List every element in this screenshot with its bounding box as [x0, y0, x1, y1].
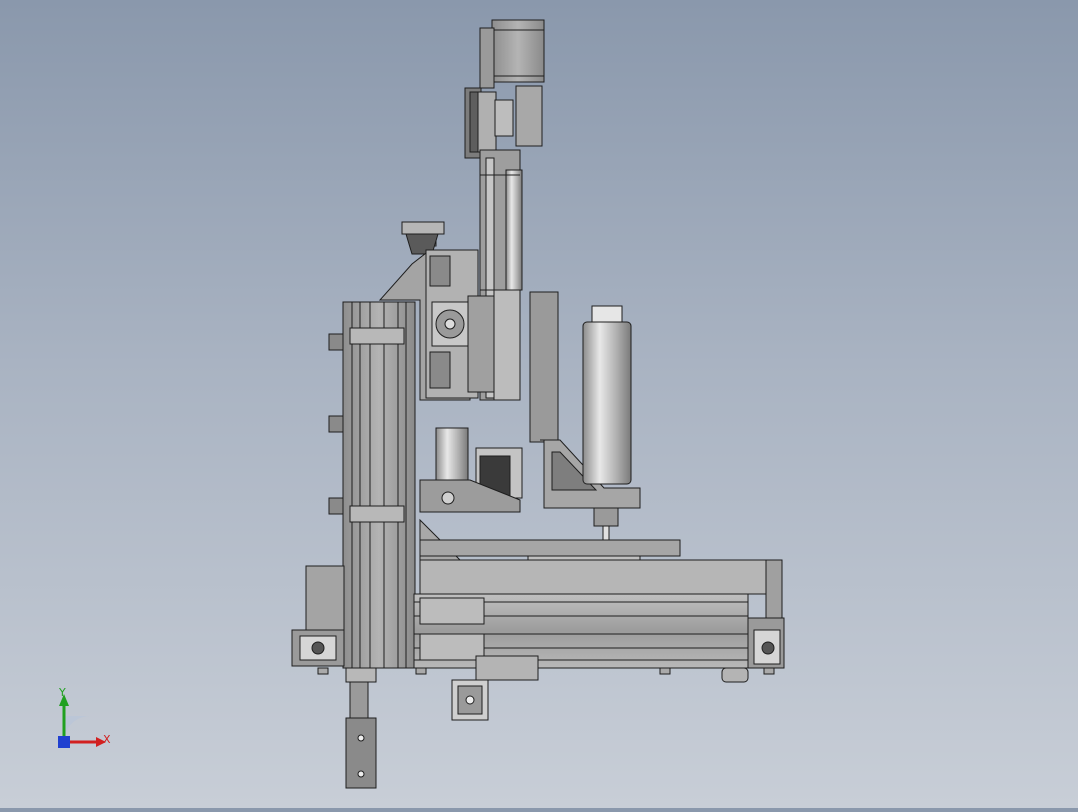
z-axis-motor[interactable]: [464, 19, 545, 159]
feet: [317, 667, 775, 675]
lower-bracket[interactable]: [345, 667, 377, 789]
profile-section: [451, 679, 489, 721]
cad-viewport[interactable]: X Y: [0, 0, 1078, 808]
hopper[interactable]: [401, 221, 445, 255]
x-axis-label: X: [103, 733, 111, 746]
coordinate-triad: [58, 694, 106, 748]
extruder-assembly[interactable]: [419, 427, 523, 513]
y-axis-label: Y: [59, 686, 66, 699]
x-axis-rail[interactable]: [413, 593, 749, 681]
left-base[interactable]: [291, 565, 345, 667]
